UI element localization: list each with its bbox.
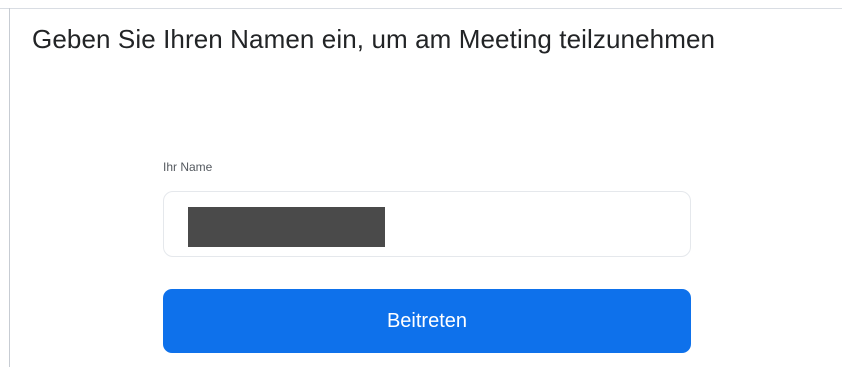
- frame-left-border: [9, 8, 10, 367]
- name-field-label: Ihr Name: [163, 160, 213, 174]
- join-button-label: Beitreten: [386, 309, 468, 332]
- name-input[interactable]: [163, 191, 691, 257]
- join-button[interactable]: Beitreten: [163, 289, 691, 353]
- dialog-title: Geben Sie Ihren Namen ein, um am Meeting…: [32, 24, 716, 54]
- name-input-value-redacted: [188, 207, 385, 247]
- frame-top-border: [0, 8, 842, 9]
- join-meeting-dialog: Geben Sie Ihren Namen ein, um am Meeting…: [0, 0, 842, 367]
